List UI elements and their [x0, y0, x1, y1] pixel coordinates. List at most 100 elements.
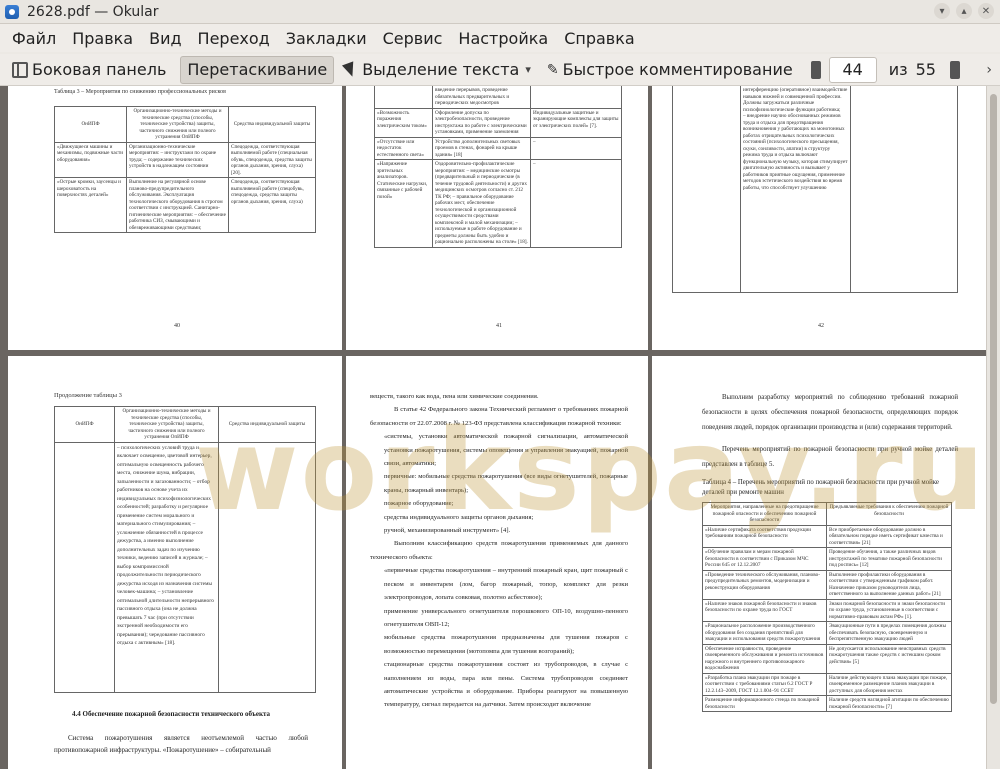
body-line: средства индивидуального защиты органов …: [384, 513, 534, 521]
table-header-cell: Организационно-технические методы и техн…: [114, 406, 219, 443]
window-title: 2628.pdf — Okular: [27, 3, 159, 20]
quick-annotation-button[interactable]: ✎ Быстрое комментирование: [541, 56, 799, 84]
table-header-cell: Мероприятия, направленные на предотвраще…: [702, 502, 827, 526]
fire-safety-table: Мероприятия, направленные на предотвраще…: [702, 502, 952, 712]
table-cell: Все приобретаемое оборудование должно в …: [826, 524, 952, 548]
risk-table-continued: ОнИПФ Организационно-технические методы …: [54, 406, 316, 693]
page-number: 40: [174, 323, 180, 329]
cursor-icon: [342, 60, 359, 79]
table-header-row: Мероприятия, направленные на предотвраще…: [702, 502, 952, 526]
page-number: 41: [496, 323, 502, 329]
table-cell: Наличие средств наглядной агитации по об…: [826, 695, 952, 712]
table-header-row: ОнИПФ Организационно-технические методы …: [54, 406, 316, 443]
table-row: «Отсутствие или недостаток естественного…: [374, 136, 622, 160]
risk-table-continued: интерференцию (оперативное) взаимодейств…: [672, 86, 958, 293]
menu-edit[interactable]: Правка: [64, 29, 141, 48]
page-43: Продолжение таблицы 3 ОнИПФ Организацион…: [8, 356, 342, 769]
table-row: «Наличие знаков пожарной безопасности и …: [702, 598, 952, 622]
document-viewport[interactable]: Таблица 3 – Мероприятия по снижению проф…: [0, 86, 986, 769]
sidebar-toggle-label: Боковая панель: [32, 60, 167, 79]
body-line: веществ, такого как вода, пена или химич…: [370, 393, 539, 400]
table-cell: Не допускается использование неисправных…: [826, 643, 952, 674]
sidebar-toggle-button[interactable]: Боковая панель: [6, 56, 172, 84]
body-paragraph: Система пожаротушения является неотъемле…: [54, 734, 308, 754]
table-cell: «Разработка плана эвакуации при пожаре в…: [702, 672, 827, 696]
body-line: ручной, механизированный инструмент» [4]…: [384, 527, 511, 535]
table-row: «Наличие сертификата соответствия продук…: [702, 524, 952, 548]
table-header-cell: Организационно-технические методы и техн…: [126, 106, 229, 143]
body-line: «системы, установки автоматической пожар…: [384, 433, 628, 468]
table-cell: [54, 441, 115, 693]
table-row: интерференцию (оперативное) взаимодейств…: [672, 86, 958, 293]
body-line: «первичные средства пожаротушения – внут…: [384, 567, 628, 602]
table-cell: Устройство дополнительных световых проем…: [432, 136, 531, 160]
minimize-icon[interactable]: ▾: [934, 3, 950, 19]
table-caption: Таблица 4 – Перечень мероприятий по пожа…: [702, 479, 939, 496]
page-44: веществ, такого как вода, пена или химич…: [346, 356, 648, 769]
body-paragraph: Выполним разработку мероприятий по соблю…: [702, 394, 958, 431]
table-header-cell: Средства индивидуальной защиты: [218, 406, 316, 443]
table-header-cell: ОнИПФ: [54, 406, 115, 443]
table-cell: «Движущиеся машины и механизмы, подвижны…: [54, 141, 127, 178]
table-caption: Таблица 3 – Мероприятия по снижению проф…: [54, 89, 226, 95]
table-row: – психологических условий труда и включа…: [54, 441, 316, 693]
page-42: интерференцию (оперативное) взаимодейств…: [652, 86, 986, 350]
table-row: Обеспечение исправности, проведение свое…: [702, 643, 952, 674]
page-number: 42: [818, 323, 824, 329]
page-45: Выполним разработку мероприятий по соблю…: [652, 356, 986, 769]
table-header-row: ОнИПФ Организационно-технические методы …: [54, 106, 316, 143]
menu-tools[interactable]: Сервис: [375, 29, 451, 48]
previous-page-icon[interactable]: [810, 60, 821, 79]
browse-tool-button[interactable]: Перетаскивание: [180, 55, 335, 84]
next-page-icon[interactable]: [949, 60, 960, 79]
table-row: «Острые кромки, заусенцы и шероховатость…: [54, 177, 316, 233]
body-line: Выполним классификацию средств пожаротуш…: [370, 540, 628, 561]
menu-help[interactable]: Справка: [556, 29, 643, 48]
table-cell: [530, 86, 622, 109]
body-line: мобильные средства пожаротушения предназ…: [384, 634, 628, 655]
table-cell: «Наличие знаков пожарной безопасности и …: [702, 598, 827, 622]
table-cell: Организационно-технические мероприятия: …: [126, 141, 229, 178]
table-cell: Спецодежда, соответствующая выполняемой …: [228, 177, 316, 233]
risk-table-continued: введение перерывов, проведение обязатель…: [374, 86, 622, 248]
table-cell: Обеспечение исправности, проведение свое…: [702, 643, 827, 674]
body-paragraph: Перечень мероприятий по пожарной безопас…: [702, 446, 958, 468]
browse-tool-label: Перетаскивание: [187, 60, 328, 79]
table-cell: Спецодежда, соответствующая выполняемой …: [228, 141, 316, 178]
table-caption: Продолжение таблицы 3: [54, 392, 122, 399]
menu-bookmarks[interactable]: Закладки: [278, 29, 375, 48]
body-line: В статье 42 Федерального закона Техничес…: [370, 406, 628, 427]
toolbar-overflow-icon[interactable]: ›: [986, 62, 992, 78]
page-number-input[interactable]: 44: [828, 56, 877, 83]
window-titlebar: 2628.pdf — Okular ▾ ▴ ✕: [0, 0, 1000, 24]
body-line: стационарные средства пожаротушения сост…: [384, 661, 628, 709]
chevron-down-icon[interactable]: ▾: [525, 63, 531, 76]
close-icon[interactable]: ✕: [978, 3, 994, 19]
body-line: первичные: мобильные средства пожаротуше…: [384, 473, 628, 494]
menu-go[interactable]: Переход: [190, 29, 278, 48]
table-cell: [374, 86, 433, 109]
list-item: Должны загружаться различные психофизиол…: [743, 100, 841, 113]
scrollbar-thumb[interactable]: [990, 94, 997, 704]
table-row: «Рациональное расположение производствен…: [702, 621, 952, 645]
list-item: интерференцию (оперативное) взаимодейств…: [743, 87, 848, 100]
table-cell: [672, 86, 741, 293]
table-row: «Разработка плана эвакуации при пожаре в…: [702, 672, 952, 696]
menu-view[interactable]: Вид: [141, 29, 189, 48]
table-cell: «Напряжение зрительных анализаторов. Ста…: [374, 159, 433, 248]
table-cell: Эвакуационные пути в пределах помещения …: [826, 621, 952, 645]
table-cell: Оформление допуска по электробезопасност…: [432, 107, 531, 138]
window-controls: ▾ ▴ ✕: [934, 3, 994, 19]
pen-icon: ✎: [546, 61, 559, 78]
table-cell: «Рациональное расположение производствен…: [702, 621, 827, 645]
vertical-scrollbar[interactable]: [986, 86, 1000, 769]
total-pages-label: 55: [915, 60, 936, 79]
risk-table: ОнИПФ Организационно-технические методы …: [54, 106, 316, 233]
table-cell: Проведение обучения, а также различных в…: [826, 547, 952, 571]
text-select-tool-button[interactable]: Выделение текста ▾: [338, 56, 537, 84]
maximize-icon[interactable]: ▴: [956, 3, 972, 19]
menu-file[interactable]: Файл: [4, 29, 64, 48]
body-line: пожарное оборудование;: [384, 500, 454, 508]
table-cell: [850, 86, 958, 293]
menu-settings[interactable]: Настройка: [450, 29, 556, 48]
